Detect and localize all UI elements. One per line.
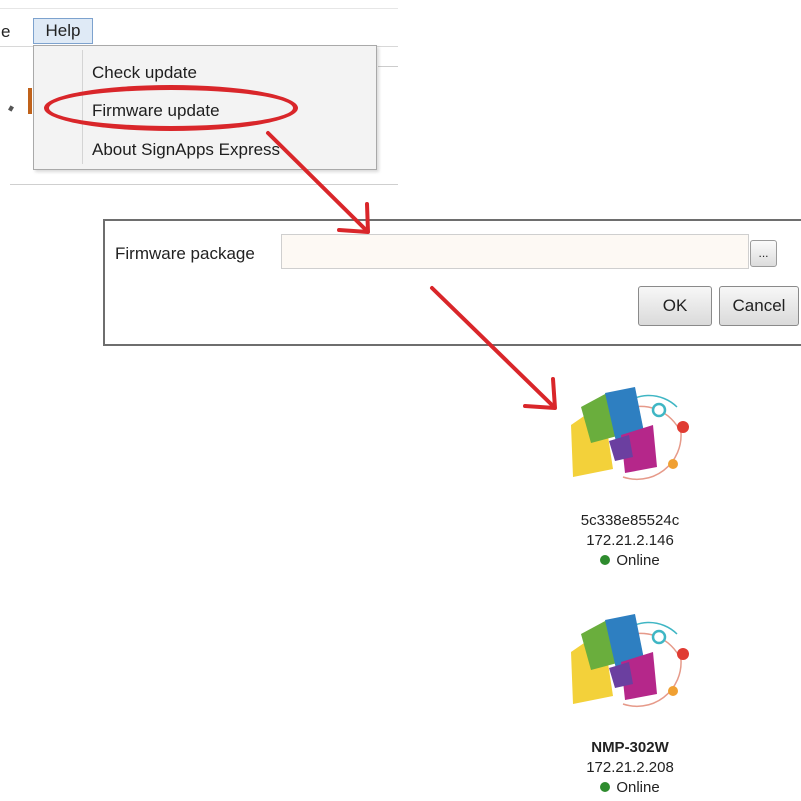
toolbar-divider	[378, 66, 398, 67]
device-item[interactable]: NMP-302W 172.21.2.208 Online	[540, 612, 720, 798]
device-ip: 172.21.2.208	[586, 759, 674, 776]
status-online-icon	[600, 555, 611, 565]
highlight-oval	[44, 85, 298, 131]
ok-button[interactable]: OK	[638, 286, 712, 326]
device-status: Online	[540, 778, 720, 798]
browse-button[interactable]: ...	[750, 240, 777, 267]
menu-bar: e Help	[0, 0, 398, 47]
firmware-package-input[interactable]	[281, 234, 749, 269]
window-top-border	[0, 8, 398, 9]
toolbar-bottom-border	[10, 184, 398, 185]
device-item[interactable]: 5c338e85524c 172.21.2.146 Online	[540, 385, 720, 571]
menu-item-check-update[interactable]: Check update	[92, 63, 197, 83]
menu-help[interactable]: Help	[33, 18, 93, 44]
signapps-device-icon	[571, 387, 689, 481]
menu-previous-partial[interactable]: e	[1, 22, 10, 42]
firmware-package-label: Firmware package	[115, 244, 255, 263]
device-status: Online	[540, 551, 720, 571]
signapps-device-icon	[571, 614, 689, 708]
menu-item-about[interactable]: About SignApps Express	[92, 140, 280, 160]
device-status-text: Online	[616, 552, 660, 569]
toolbar-partial-mark	[8, 105, 14, 112]
status-online-icon	[600, 782, 611, 792]
device-name: NMP-302W	[591, 739, 669, 756]
device-status-text: Online	[616, 779, 660, 796]
firmware-update-dialog: Firmware package ... OK Cancel	[103, 219, 801, 346]
cancel-button[interactable]: Cancel	[719, 286, 799, 326]
toolbar-partial-icon	[28, 88, 32, 114]
device-name: 5c338e85524c	[580, 512, 680, 529]
device-ip: 172.21.2.146	[586, 532, 674, 549]
